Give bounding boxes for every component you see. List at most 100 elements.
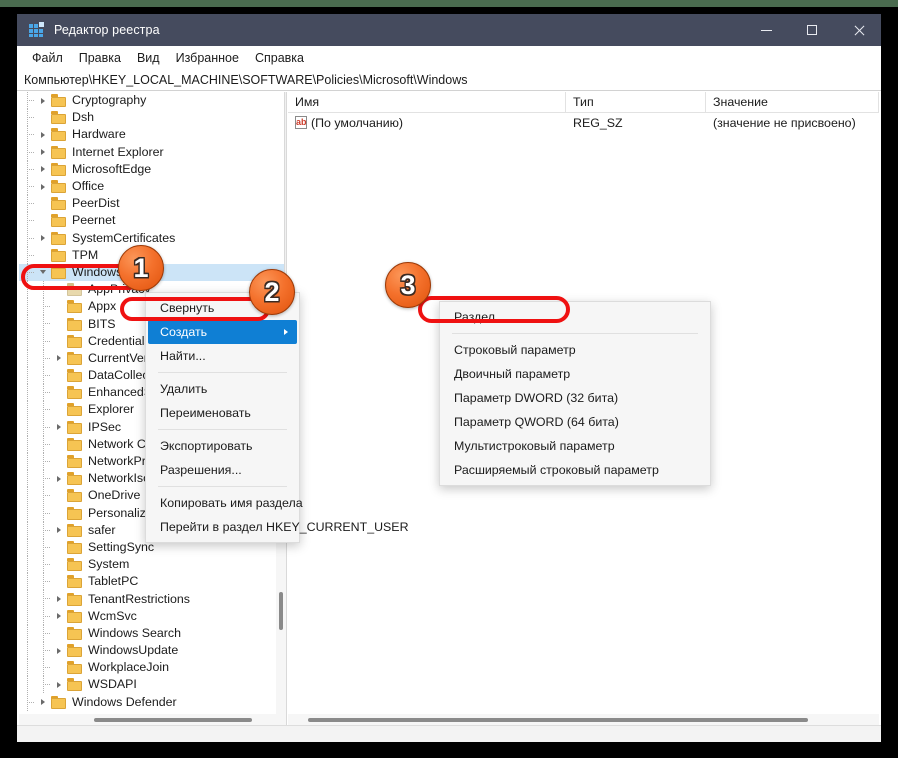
table-row[interactable]: ab (По умолчанию) REG_SZ (значение не присв… <box>288 113 879 132</box>
tree-item-dsh[interactable]: Dsh <box>19 109 284 127</box>
chevron-right-icon[interactable] <box>35 126 51 143</box>
chevron-right-icon[interactable] <box>51 642 67 659</box>
chevron-right-icon[interactable] <box>51 608 67 625</box>
tree-guide <box>27 470 28 488</box>
chevron-right-icon[interactable] <box>51 350 67 367</box>
tree-horizontal-scrollbar[interactable] <box>19 714 284 725</box>
cell-type: REG_SZ <box>566 113 706 132</box>
tree-item-label: Peernet <box>72 213 116 228</box>
address-bar[interactable]: Компьютер\HKEY_LOCAL_MACHINE\SOFTWARE\Po… <box>17 69 881 91</box>
chevron-right-icon[interactable] <box>51 470 67 487</box>
annotation-step-badge-2: 2 <box>249 269 295 315</box>
submenu-item-label: Двоичный параметр <box>454 367 571 381</box>
context-menu-item-label: Удалить <box>160 382 208 396</box>
tree-elbow <box>27 151 35 153</box>
annotation-step-number: 3 <box>400 269 416 300</box>
submenu-item-1[interactable]: Строковый параметр <box>440 338 710 362</box>
tree-item-wsdapi[interactable]: WSDAPI <box>19 676 284 694</box>
tree-guide <box>27 607 28 625</box>
folder-icon <box>67 540 83 554</box>
folder-icon <box>67 626 83 640</box>
chevron-right-icon[interactable] <box>51 676 67 693</box>
folder-icon <box>67 403 83 417</box>
chevron-right-icon[interactable] <box>35 144 51 161</box>
column-header-1[interactable]: Тип <box>566 92 706 112</box>
chevron-right-icon[interactable] <box>35 230 51 247</box>
tree-guide <box>27 573 28 591</box>
folder-icon <box>67 369 83 383</box>
submenu-item-4[interactable]: Параметр QWORD (64 бита) <box>440 410 710 434</box>
chevron-right-icon[interactable] <box>35 161 51 178</box>
context-menu-item-label: Создать <box>160 325 208 339</box>
menu-item-3[interactable]: Избранное <box>168 49 247 67</box>
chevron-right-icon[interactable] <box>35 178 51 195</box>
tree-elbow <box>43 581 51 583</box>
menu-item-0[interactable]: Файл <box>24 49 71 67</box>
maximize-button[interactable] <box>789 14 835 46</box>
context-menu-item-5[interactable]: Экспортировать <box>146 434 299 458</box>
chevron-down-icon[interactable] <box>35 264 51 281</box>
list-column-headers: Имя Тип Значение <box>288 92 879 113</box>
submenu-item-2[interactable]: Двоичный параметр <box>440 362 710 386</box>
tree-item-office[interactable]: Office <box>19 177 284 196</box>
tree-elbow <box>43 529 51 531</box>
tree-item-microsoftedge[interactable]: MicrosoftEdge <box>19 160 284 178</box>
folder-icon <box>67 592 83 606</box>
folder-icon <box>51 111 67 125</box>
tree-item-hardware[interactable]: Hardware <box>19 126 284 144</box>
minimize-button[interactable] <box>743 14 789 46</box>
submenu-item-6[interactable]: Расширяемый строковый параметр <box>440 458 710 482</box>
menu-item-1[interactable]: Правка <box>71 49 129 67</box>
context-menu-item-1[interactable]: Создать <box>148 320 297 344</box>
context-menu-item-4[interactable]: Переименовать <box>146 401 299 425</box>
tree-guide <box>27 624 28 642</box>
context-menu-item-3[interactable]: Удалить <box>146 377 299 401</box>
tree-item-windows-defender[interactable]: Windows Defender <box>19 693 284 711</box>
close-button[interactable] <box>835 14 881 46</box>
submenu-item-5[interactable]: Мультистроковый параметр <box>440 434 710 458</box>
context-menu-item-2[interactable]: Найти... <box>146 344 299 368</box>
tree-item-system[interactable]: System <box>19 556 284 574</box>
menu-item-4[interactable]: Справка <box>247 49 312 67</box>
context-menu-item-7[interactable]: Копировать имя раздела <box>146 491 303 515</box>
context-menu-item-8[interactable]: Перейти в раздел HKEY_CURRENT_USER <box>146 515 409 539</box>
column-header-2[interactable]: Значение <box>706 92 879 112</box>
string-value-icon: ab <box>295 116 307 129</box>
tree-elbow <box>43 598 51 600</box>
submenu-item-3[interactable]: Параметр DWORD (32 бита) <box>440 386 710 410</box>
tree-item-systemcertificates[interactable]: SystemCertificates <box>19 229 284 247</box>
folder-icon <box>67 420 83 434</box>
tree-item-tabletpc[interactable]: TabletPC <box>19 573 284 591</box>
folder-icon <box>67 575 83 589</box>
values-horizontal-scrollbar[interactable] <box>288 714 879 725</box>
values-hscroll-thumb[interactable] <box>308 718 808 722</box>
folder-icon <box>51 214 67 228</box>
tree-item-windows-search[interactable]: Windows Search <box>19 624 284 642</box>
tree-item-peerdist[interactable]: PeerDist <box>19 195 284 213</box>
tree-item-cryptography[interactable]: Cryptography <box>19 92 284 110</box>
chevron-right-icon[interactable] <box>35 694 51 711</box>
chevron-right-icon[interactable] <box>51 522 67 539</box>
context-menu-item-6[interactable]: Разрешения... <box>146 458 299 482</box>
tree-item-label: Windows <box>72 264 123 279</box>
folder-icon <box>67 506 83 520</box>
tree-item-workplacejoin[interactable]: WorkplaceJoin <box>19 659 284 677</box>
tree-item-internet-explorer[interactable]: Internet Explorer <box>19 143 284 161</box>
tree-item-tenantrestrictions[interactable]: TenantRestrictions <box>19 590 284 608</box>
tree-item-windowsupdate[interactable]: WindowsUpdate <box>19 642 284 660</box>
tree-hscroll-thumb[interactable] <box>94 718 252 722</box>
menu-item-2[interactable]: Вид <box>129 49 168 67</box>
folder-icon <box>51 231 67 245</box>
tree-scroll-thumb[interactable] <box>279 592 283 630</box>
chevron-right-icon[interactable] <box>35 92 51 109</box>
chevron-right-icon[interactable] <box>51 591 67 608</box>
tree-item-peernet[interactable]: Peernet <box>19 212 284 230</box>
column-header-0[interactable]: Имя <box>288 92 566 112</box>
tree-item-wcmsvc[interactable]: WcmSvc <box>19 607 284 625</box>
submenu-item-0[interactable]: Раздел <box>440 305 710 329</box>
annotation-step-number: 2 <box>264 276 280 307</box>
chevron-right-icon[interactable] <box>51 419 67 436</box>
tree-guide <box>27 538 28 557</box>
